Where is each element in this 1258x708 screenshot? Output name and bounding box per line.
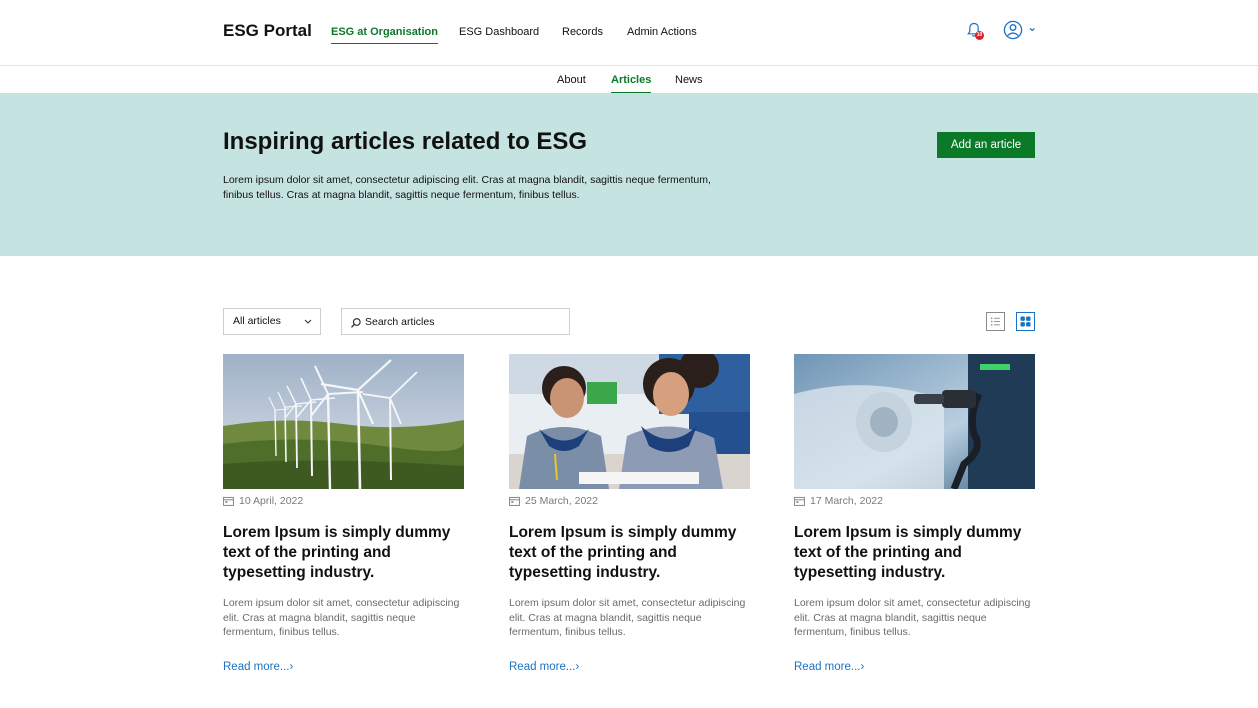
article-excerpt: Lorem ipsum dolor sit amet, consectetur …: [509, 597, 746, 638]
section-subnav: About Articles News: [0, 66, 1258, 93]
chevron-down-icon: [1029, 28, 1035, 32]
ev-charging-photo[interactable]: [794, 354, 1035, 489]
tab-articles[interactable]: Articles: [611, 74, 652, 93]
students-classroom-photo[interactable]: [509, 354, 750, 489]
article-excerpt: Lorem ipsum dolor sit amet, consectetur …: [223, 597, 460, 638]
article-date-text: 10 April, 2022: [239, 495, 304, 507]
article-excerpt: Lorem ipsum dolor sit amet, consectetur …: [794, 597, 1031, 638]
grid-view-toggle[interactable]: [1016, 312, 1035, 331]
article-category-select[interactable]: All articles: [223, 308, 321, 335]
category-select-value: All articles: [233, 315, 281, 327]
read-more-link[interactable]: Read more...›: [509, 661, 579, 673]
user-circle-icon: [1003, 20, 1023, 40]
search-icon: [350, 316, 362, 328]
search-input[interactable]: [365, 313, 565, 331]
chevron-down-icon: [304, 309, 312, 344]
nav-esg-dashboard[interactable]: ESG Dashboard: [459, 26, 539, 38]
article-title[interactable]: Lorem Ipsum is simply dummy text of the …: [794, 523, 1035, 583]
notification-count-badge: 10: [975, 31, 984, 40]
grid-view-icon: [1020, 316, 1031, 327]
article-card: 25 March, 2022 Lorem Ipsum is simply dum…: [509, 354, 750, 684]
article-title[interactable]: Lorem Ipsum is simply dummy text of the …: [509, 523, 750, 583]
nav-esg-at-organisation[interactable]: ESG at Organisation: [331, 26, 438, 44]
tab-about[interactable]: About: [557, 74, 586, 86]
brand-logo-text[interactable]: ESG Portal: [223, 21, 312, 41]
article-date: 25 March, 2022: [509, 495, 598, 507]
user-menu[interactable]: [1003, 20, 1037, 40]
read-more-link[interactable]: Read more...›: [223, 661, 293, 673]
calendar-icon: [794, 496, 805, 506]
read-more-link[interactable]: Read more...›: [794, 661, 864, 673]
article-date-text: 25 March, 2022: [525, 495, 598, 507]
article-date: 17 March, 2022: [794, 495, 883, 507]
article-date: 10 April, 2022: [223, 495, 303, 507]
hero-banner: Inspiring articles related to ESG Lorem …: [0, 93, 1258, 256]
nav-records[interactable]: Records: [562, 26, 603, 38]
calendar-icon: [223, 496, 234, 506]
calendar-icon: [509, 496, 520, 506]
list-view-icon: [991, 317, 1000, 326]
article-card: 17 March, 2022 Lorem Ipsum is simply dum…: [794, 354, 1035, 684]
wind-turbines-photo[interactable]: [223, 354, 464, 489]
tab-news[interactable]: News: [675, 74, 703, 86]
add-article-button[interactable]: Add an article: [937, 132, 1035, 158]
article-date-text: 17 March, 2022: [810, 495, 883, 507]
page-title: Inspiring articles related to ESG: [223, 128, 588, 155]
top-navigation-bar: ESG Portal ESG at Organisation ESG Dashb…: [0, 0, 1258, 66]
article-card: 10 April, 2022 Lorem Ipsum is simply dum…: [223, 354, 464, 684]
search-articles-field: [341, 308, 570, 335]
nav-admin-actions[interactable]: Admin Actions: [627, 26, 697, 38]
hero-description: Lorem ipsum dolor sit amet, consectetur …: [223, 174, 711, 201]
article-title[interactable]: Lorem Ipsum is simply dummy text of the …: [223, 523, 464, 583]
list-view-toggle[interactable]: [986, 312, 1005, 331]
